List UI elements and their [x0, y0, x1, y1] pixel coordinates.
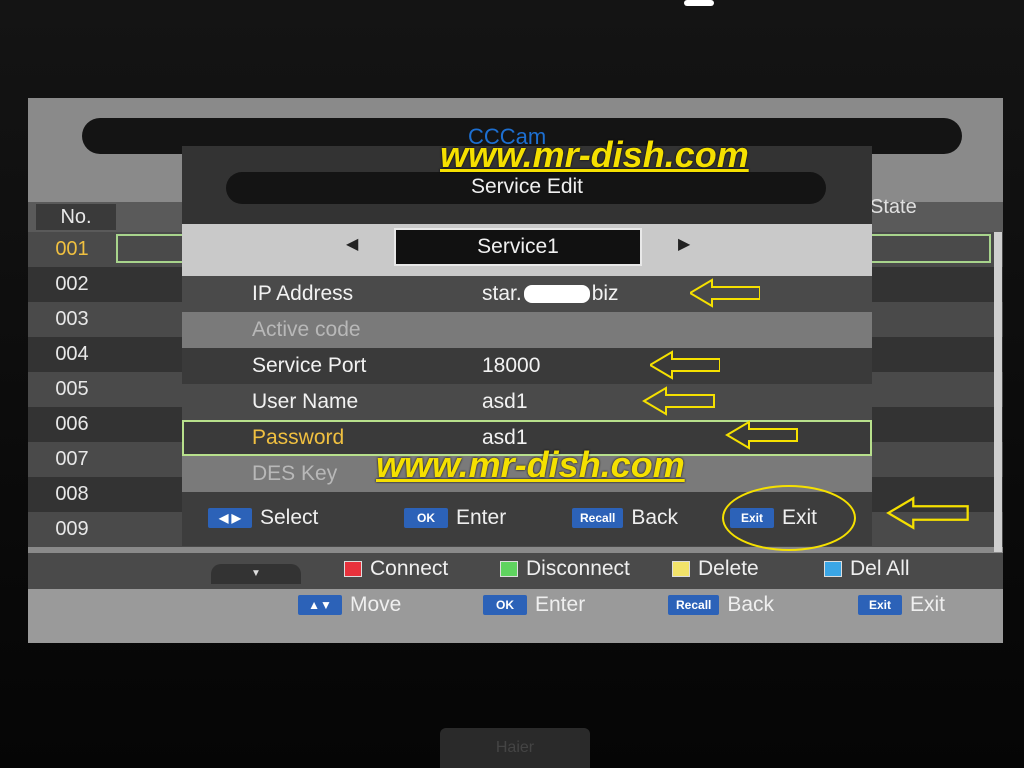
disconnect-key[interactable]: Disconnect	[500, 557, 630, 581]
row-number: 001	[55, 238, 89, 260]
key-label: Back	[631, 506, 679, 529]
key-label: Exit	[910, 593, 946, 616]
row-number: 008	[55, 483, 89, 505]
list-scrollbar[interactable]	[994, 232, 1002, 552]
key-label: Move	[350, 593, 402, 616]
field-label: Active code	[252, 318, 361, 341]
exit-key[interactable]: Exit Exit	[858, 593, 945, 617]
del-all-key[interactable]: Del All	[824, 557, 910, 581]
field-label: IP Address	[252, 282, 354, 305]
red-key-icon	[344, 561, 362, 577]
annotation-arrow-icon	[725, 420, 798, 450]
back-key[interactable]: Recall Back	[572, 506, 678, 530]
delete-key[interactable]: Delete	[672, 557, 759, 581]
watermark-middle: www.mr-dish.com	[376, 444, 685, 485]
service-selector[interactable]: Service1	[394, 228, 642, 266]
row-number: 009	[55, 518, 89, 540]
key-label: Back	[727, 593, 775, 616]
enter-key[interactable]: OK Enter	[404, 506, 506, 530]
arrow-left-icon[interactable]: ◀	[346, 234, 358, 254]
nav-key-bar: ▲▼ Move OK Enter Recall Back Exit Exit	[28, 589, 1003, 643]
ok-key-icon: OK	[483, 595, 527, 615]
field-label: User Name	[252, 390, 359, 413]
recall-key-icon: Recall	[572, 508, 624, 528]
key-label: Enter	[456, 506, 507, 529]
tv-screen: CCCam No. State 001 002 003 004 005 006 …	[28, 98, 1003, 643]
service-port-field[interactable]: Service Port 18000	[182, 348, 872, 384]
field-value: 18000	[482, 354, 541, 377]
watermark-top: www.mr-dish.com	[440, 134, 749, 175]
field-label: DES Key	[252, 462, 338, 485]
field-label: Password	[252, 426, 345, 449]
annotation-arrow-icon	[650, 350, 720, 380]
field-value: asd1	[482, 390, 528, 413]
field-label: Service Port	[252, 354, 367, 377]
key-label: Del All	[850, 557, 910, 580]
dialog-title: Service Edit	[470, 175, 584, 198]
row-number: 002	[55, 273, 89, 295]
row-number: 004	[55, 343, 89, 365]
ok-key-icon: OK	[404, 508, 448, 528]
select-key[interactable]: ◀ ▶ Select	[208, 506, 318, 530]
chevron-down-icon[interactable]: ▼	[211, 564, 301, 584]
annotation-arrow-icon	[642, 386, 715, 416]
key-label: Select	[260, 506, 319, 529]
yellow-key-icon	[672, 561, 690, 577]
color-key-bar: Connect Disconnect Delete Del All	[28, 553, 1003, 589]
redaction-mark	[523, 285, 590, 304]
key-label: Connect	[370, 557, 449, 580]
ceiling-light	[684, 0, 714, 6]
back-key[interactable]: Recall Back	[668, 593, 774, 617]
field-value: star. biz	[482, 282, 619, 305]
row-number: 005	[55, 378, 89, 400]
up-down-key-icon: ▲▼	[298, 595, 342, 615]
green-key-icon	[500, 561, 518, 577]
row-number: 006	[55, 413, 89, 435]
column-state: State	[870, 196, 917, 218]
arrow-right-icon[interactable]: ▶	[678, 234, 690, 254]
annotation-arrow-icon	[690, 278, 760, 308]
tv-brand-logo: Haier	[440, 728, 590, 768]
exit-highlight-circle	[722, 485, 856, 551]
user-name-field[interactable]: User Name asd1	[182, 384, 872, 420]
row-number: 007	[55, 448, 89, 470]
annotation-arrow-icon	[886, 496, 969, 530]
move-key[interactable]: ▲▼ Move	[298, 593, 401, 617]
connect-key[interactable]: Connect	[344, 557, 448, 581]
row-number: 003	[55, 308, 89, 330]
exit-key-icon: Exit	[858, 595, 902, 615]
blue-key-icon	[824, 561, 842, 577]
key-label: Disconnect	[526, 557, 630, 580]
enter-key[interactable]: OK Enter	[483, 593, 585, 617]
recall-key-icon: Recall	[668, 595, 720, 615]
ip-address-field[interactable]: IP Address star. biz	[182, 276, 872, 312]
key-label: Enter	[535, 593, 586, 616]
left-right-key-icon: ◀ ▶	[208, 508, 252, 528]
key-label: Delete	[698, 557, 759, 580]
column-no: No.	[36, 204, 116, 230]
active-code-field[interactable]: Active code	[182, 312, 872, 348]
